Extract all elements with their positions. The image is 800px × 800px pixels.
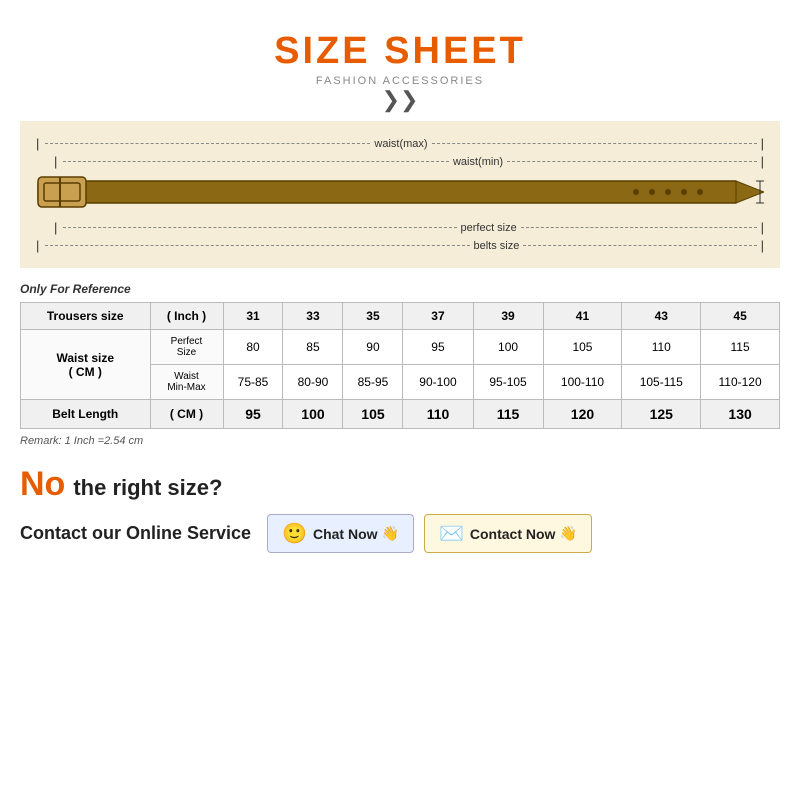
perfect-size-row: | perfect size |: [54, 220, 764, 235]
col-37: 37: [403, 303, 473, 330]
bl-120: 120: [543, 400, 622, 429]
waist-max-row: | waist(max) |: [36, 136, 764, 151]
chat-icon: 🙂: [282, 521, 307, 546]
wm-100-110: 100-110: [543, 365, 622, 400]
wm-105-115: 105-115: [622, 365, 701, 400]
ps-90: 90: [343, 330, 403, 365]
contact-now-label: Contact Now: [470, 526, 556, 542]
mail-icon: ✉️: [439, 521, 464, 546]
ps-85: 85: [283, 330, 343, 365]
bl-100: 100: [283, 400, 343, 429]
hand-icon-contact: 👋: [559, 525, 576, 542]
wm-90-100: 90-100: [403, 365, 473, 400]
subtitle: FASHION ACCESSORIES: [316, 75, 484, 87]
page-title: SIZE SHEET: [274, 30, 526, 73]
col-31: 31: [223, 303, 283, 330]
bl-105: 105: [343, 400, 403, 429]
belt-visual: width: [36, 173, 764, 216]
bl-130: 130: [701, 400, 780, 429]
wm-110-120: 110-120: [701, 365, 780, 400]
chat-now-label: Chat Now: [313, 526, 378, 542]
bl-110: 110: [403, 400, 473, 429]
waist-min-row: | waist(min) |: [54, 154, 764, 169]
size-table: Trousers size ( Inch ) 31 33 35 37 39 41…: [20, 302, 780, 429]
page: SIZE SHEET FASHION ACCESSORIES ❯❯ | wais…: [0, 0, 800, 800]
col-33: 33: [283, 303, 343, 330]
bl-95: 95: [223, 400, 283, 429]
ps-95: 95: [403, 330, 473, 365]
waist-size-label: Waist size( CM ): [21, 330, 151, 400]
bl-125: 125: [622, 400, 701, 429]
waist-min-max-label: WaistMin-Max: [150, 365, 223, 400]
right-size-text: the right size?: [73, 475, 222, 501]
belts-size-row: | belts size |: [36, 238, 764, 253]
wm-85-95: 85-95: [343, 365, 403, 400]
belt-length-label: Belt Length: [21, 400, 151, 429]
remark: Remark: 1 Inch =2.54 cm: [20, 435, 143, 447]
inch-label: ( Inch ): [150, 303, 223, 330]
col-41: 41: [543, 303, 622, 330]
contact-row: Contact our Online Service 🙂 Chat Now 👋 …: [20, 514, 780, 553]
col-35: 35: [343, 303, 403, 330]
wm-95-105: 95-105: [473, 365, 543, 400]
chat-now-button[interactable]: 🙂 Chat Now 👋: [267, 514, 414, 553]
col-45: 45: [701, 303, 780, 330]
no-right-size-line: No the right size?: [20, 465, 780, 504]
contact-now-button[interactable]: ✉️ Contact Now 👋: [424, 514, 592, 553]
no-text: No: [20, 465, 65, 504]
perfect-size-label: PerfectSize: [150, 330, 223, 365]
ps-80: 80: [223, 330, 283, 365]
wm-80-90: 80-90: [283, 365, 343, 400]
hand-icon-chat: 👋: [382, 525, 399, 542]
ps-105: 105: [543, 330, 622, 365]
belt-diagram: | waist(max) | | waist(min) |: [20, 121, 780, 268]
belt-length-unit: ( CM ): [150, 400, 223, 429]
reference-label: Only For Reference: [20, 282, 131, 296]
ps-100: 100: [473, 330, 543, 365]
col-39: 39: [473, 303, 543, 330]
bottom-section: No the right size? Contact our Online Se…: [20, 465, 780, 553]
col-43: 43: [622, 303, 701, 330]
trousers-size-label: Trousers size: [21, 303, 151, 330]
ps-115: 115: [701, 330, 780, 365]
contact-service-label: Contact our Online Service: [20, 523, 251, 544]
chevrons-icon: ❯❯: [382, 89, 419, 111]
wm-75-85: 75-85: [223, 365, 283, 400]
ps-110: 110: [622, 330, 701, 365]
bl-115: 115: [473, 400, 543, 429]
